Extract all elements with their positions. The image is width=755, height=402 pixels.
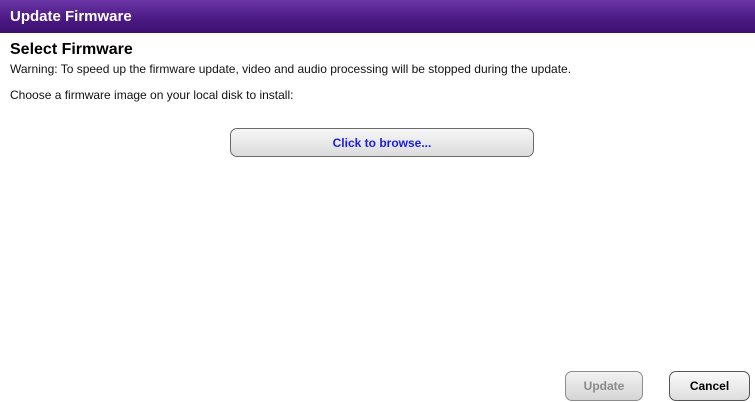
file-browse-area: Click to browse...	[230, 128, 534, 157]
instruction-text: Choose a firmware image on your local di…	[10, 88, 294, 102]
cancel-button[interactable]: Cancel	[669, 371, 750, 401]
update-firmware-dialog: Update Firmware Select Firmware Warning:…	[0, 0, 755, 402]
warning-text: Warning: To speed up the firmware update…	[10, 62, 572, 76]
update-button[interactable]: Update	[565, 371, 643, 401]
dialog-title: Update Firmware	[0, 0, 755, 33]
dialog-content: Select Firmware Warning: To speed up the…	[0, 33, 755, 103]
browse-file-button[interactable]: Click to browse...	[230, 128, 534, 157]
section-title: Select Firmware	[10, 41, 133, 58]
